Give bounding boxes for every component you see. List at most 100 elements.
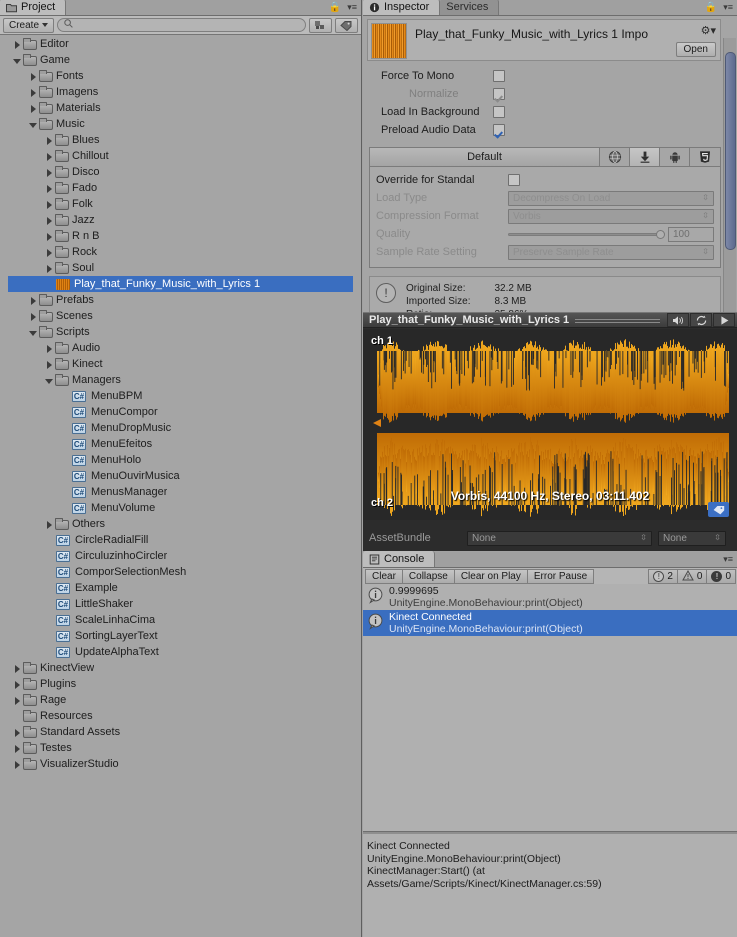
setting-dropdown[interactable]: Decompress On Load ⇳ — [508, 190, 714, 206]
chevron-right-icon[interactable] — [12, 39, 23, 50]
tree-item[interactable]: Audio — [8, 340, 353, 356]
tree-item[interactable]: C# ScaleLinhaCima — [8, 612, 353, 628]
chevron-right-icon[interactable] — [44, 167, 55, 178]
quality-slider[interactable] — [508, 227, 665, 242]
tree-item[interactable]: C# SortingLayerText — [8, 628, 353, 644]
scrollbar-thumb[interactable] — [725, 52, 736, 250]
drag-grip[interactable] — [575, 317, 660, 323]
tree-item[interactable]: C# MenuEfeitos — [8, 436, 353, 452]
quality-value-field[interactable]: 100 — [668, 226, 714, 242]
console-entry[interactable]: Kinect Connected UnityEngine.MonoBehaviou… — [363, 610, 737, 636]
tree-item[interactable]: C# MenuHolo — [8, 452, 353, 468]
tree-item[interactable]: Imagens — [8, 84, 353, 100]
tree-item-selected[interactable]: Play_that_Funky_Music_with_Lyrics 1 — [8, 276, 353, 292]
html5-icon[interactable] — [690, 148, 720, 166]
property-checkbox[interactable] — [493, 106, 505, 118]
tree-item[interactable]: C# ComporSelectionMesh — [8, 564, 353, 580]
console-panel-menu-icon[interactable]: ▾≡ — [723, 554, 733, 565]
tree-item[interactable]: Kinect — [8, 356, 353, 372]
panel-menu-icon[interactable]: ▾≡ — [347, 2, 357, 13]
search-field[interactable] — [57, 18, 306, 32]
chevron-right-icon[interactable] — [44, 215, 55, 226]
tree-item[interactable]: Fado — [8, 180, 353, 196]
slider-knob[interactable] — [656, 229, 665, 239]
chevron-right-icon[interactable] — [12, 727, 23, 738]
clear-button[interactable]: Clear — [365, 569, 403, 584]
chevron-right-icon[interactable] — [28, 103, 39, 114]
inspector-lock-icon[interactable]: 🔒 — [705, 2, 717, 13]
open-button[interactable]: Open — [675, 42, 716, 57]
tab-services[interactable]: Services — [440, 0, 500, 15]
chevron-right-icon[interactable] — [12, 743, 23, 754]
tree-item[interactable]: C# MenuBPM — [8, 388, 353, 404]
property-checkbox[interactable] — [493, 70, 505, 82]
tree-item[interactable]: Standard Assets — [8, 724, 353, 740]
chevron-down-icon[interactable] — [28, 327, 39, 338]
setting-dropdown[interactable]: Preserve Sample Rate ⇳ — [508, 244, 714, 260]
chevron-right-icon[interactable] — [44, 359, 55, 370]
tree-item[interactable]: Jazz — [8, 212, 353, 228]
tree-item[interactable]: C# MenusManager — [8, 484, 353, 500]
tree-item[interactable]: Folk — [8, 196, 353, 212]
tree-item[interactable]: KinectView — [8, 660, 353, 676]
chevron-right-icon[interactable] — [44, 247, 55, 258]
play-icon[interactable] — [713, 313, 735, 327]
chevron-down-icon[interactable] — [12, 55, 23, 66]
search-input[interactable] — [77, 19, 299, 31]
tree-item[interactable]: Disco — [8, 164, 353, 180]
chevron-right-icon[interactable] — [44, 519, 55, 530]
chevron-right-icon[interactable] — [44, 199, 55, 210]
tree-item[interactable]: Prefabs — [8, 292, 353, 308]
tree-item[interactable]: VisualizerStudio — [8, 756, 353, 772]
tree-item[interactable]: Resources — [8, 708, 353, 724]
tab-console[interactable]: Console — [363, 551, 436, 567]
tree-item[interactable]: C# MenuVolume — [8, 500, 353, 516]
tree-item[interactable]: C# MenuCompor — [8, 404, 353, 420]
chevron-down-icon[interactable] — [28, 119, 39, 130]
console-detail-pane[interactable]: Kinect Connected UnityEngine.MonoBehavio… — [363, 832, 737, 937]
chevron-right-icon[interactable] — [28, 71, 39, 82]
warning-count[interactable]: 0 — [676, 569, 708, 584]
chevron-right-icon[interactable] — [44, 183, 55, 194]
chevron-right-icon[interactable] — [12, 759, 23, 770]
chevron-right-icon[interactable] — [28, 87, 39, 98]
loop-icon[interactable] — [690, 313, 712, 327]
tree-item[interactable]: Managers — [8, 372, 353, 388]
tree-item[interactable]: C# MenuDropMusic — [8, 420, 353, 436]
error-pause-toggle[interactable]: Error Pause — [526, 569, 595, 584]
chevron-right-icon[interactable] — [44, 151, 55, 162]
android-icon[interactable] — [660, 148, 690, 166]
chevron-right-icon[interactable] — [12, 663, 23, 674]
tree-item[interactable]: C# CirculuzinhoCircler — [8, 548, 353, 564]
tree-item[interactable]: C# Example — [8, 580, 353, 596]
tree-item[interactable]: Others — [8, 516, 353, 532]
tree-item[interactable]: Materials — [8, 100, 353, 116]
platform-tab-default[interactable]: Default — [370, 148, 600, 166]
assetbundle-dropdown[interactable]: None ⇳ — [467, 530, 652, 546]
volume-icon[interactable] — [667, 313, 689, 327]
asset-label-tag-icon[interactable] — [708, 502, 729, 517]
console-entry-list[interactable]: 0.9999695 UnityEngine.MonoBehaviour:print… — [363, 584, 737, 637]
tab-project[interactable]: Project — [0, 0, 67, 15]
tab-inspector[interactable]: Inspector — [363, 0, 441, 15]
chevron-right-icon[interactable] — [28, 311, 39, 322]
tree-item[interactable]: Plugins — [8, 676, 353, 692]
assetbundle-variant-dropdown[interactable]: None ⇳ — [658, 530, 726, 546]
property-checkbox[interactable] — [493, 124, 505, 136]
tree-item[interactable]: C# UpdateAlphaText — [8, 644, 353, 660]
gear-icon[interactable]: ⚙▾ — [701, 24, 716, 37]
tree-item[interactable]: R n B — [8, 228, 353, 244]
chevron-right-icon[interactable] — [12, 679, 23, 690]
setting-dropdown[interactable]: Vorbis ⇳ — [508, 208, 714, 224]
tree-item[interactable]: C# MenuOuvirMusica — [8, 468, 353, 484]
tree-item[interactable]: Scripts — [8, 324, 353, 340]
tree-item[interactable]: Soul — [8, 260, 353, 276]
create-button[interactable]: Create — [3, 17, 55, 33]
info-count[interactable]: ! 2 — [648, 569, 678, 584]
chevron-right-icon[interactable] — [44, 343, 55, 354]
chevron-right-icon[interactable] — [28, 295, 39, 306]
tree-item[interactable]: Testes — [8, 740, 353, 756]
tree-item[interactable]: Rage — [8, 692, 353, 708]
web-globe-icon[interactable] — [600, 148, 630, 166]
chevron-right-icon[interactable] — [44, 135, 55, 146]
